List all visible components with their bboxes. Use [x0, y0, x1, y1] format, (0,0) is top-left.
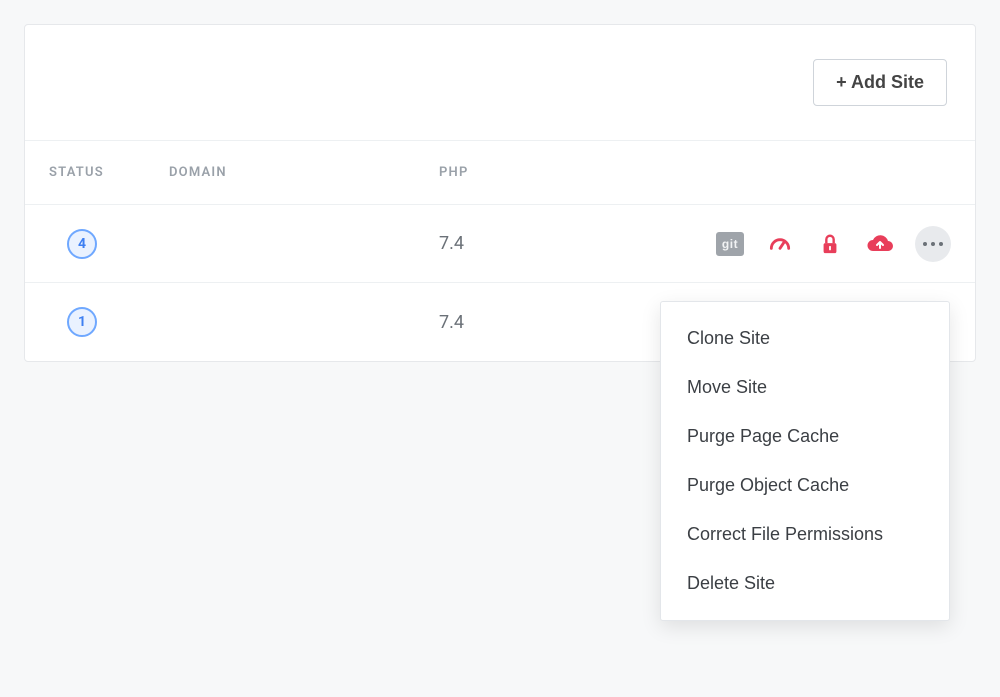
- menu-clone-site[interactable]: Clone Site: [661, 314, 949, 363]
- menu-delete-site[interactable]: Delete Site: [661, 559, 949, 608]
- col-header-status: STATUS: [49, 165, 169, 180]
- col-header-php: PHP: [439, 165, 609, 180]
- cell-status: 4: [49, 229, 169, 259]
- menu-correct-file-perms[interactable]: Correct File Permissions: [661, 510, 949, 559]
- more-actions-menu: Clone Site Move Site Purge Page Cache Pu…: [660, 301, 950, 621]
- lock-icon[interactable]: [815, 229, 845, 259]
- status-badge[interactable]: 1: [67, 307, 97, 337]
- git-icon[interactable]: git: [715, 229, 745, 259]
- col-header-domain: DOMAIN: [169, 165, 439, 180]
- table-header: STATUS DOMAIN PHP: [25, 141, 975, 205]
- row-actions: git: [609, 226, 951, 262]
- menu-purge-object-cache[interactable]: Purge Object Cache: [661, 461, 949, 510]
- menu-move-site[interactable]: Move Site: [661, 363, 949, 412]
- cell-php: 7.4: [439, 312, 609, 333]
- cell-php: 7.4: [439, 233, 609, 254]
- menu-purge-page-cache[interactable]: Purge Page Cache: [661, 412, 949, 461]
- more-actions-button[interactable]: [915, 226, 951, 262]
- panel-header: + Add Site: [25, 25, 975, 141]
- table-row: 4 7.4 git: [25, 205, 975, 283]
- speed-icon[interactable]: [765, 229, 795, 259]
- cloud-upload-icon[interactable]: [865, 229, 895, 259]
- sites-panel: + Add Site STATUS DOMAIN PHP 4 7.4 git: [24, 24, 976, 362]
- cell-status: 1: [49, 307, 169, 337]
- add-site-button[interactable]: + Add Site: [813, 59, 947, 106]
- status-badge[interactable]: 4: [67, 229, 97, 259]
